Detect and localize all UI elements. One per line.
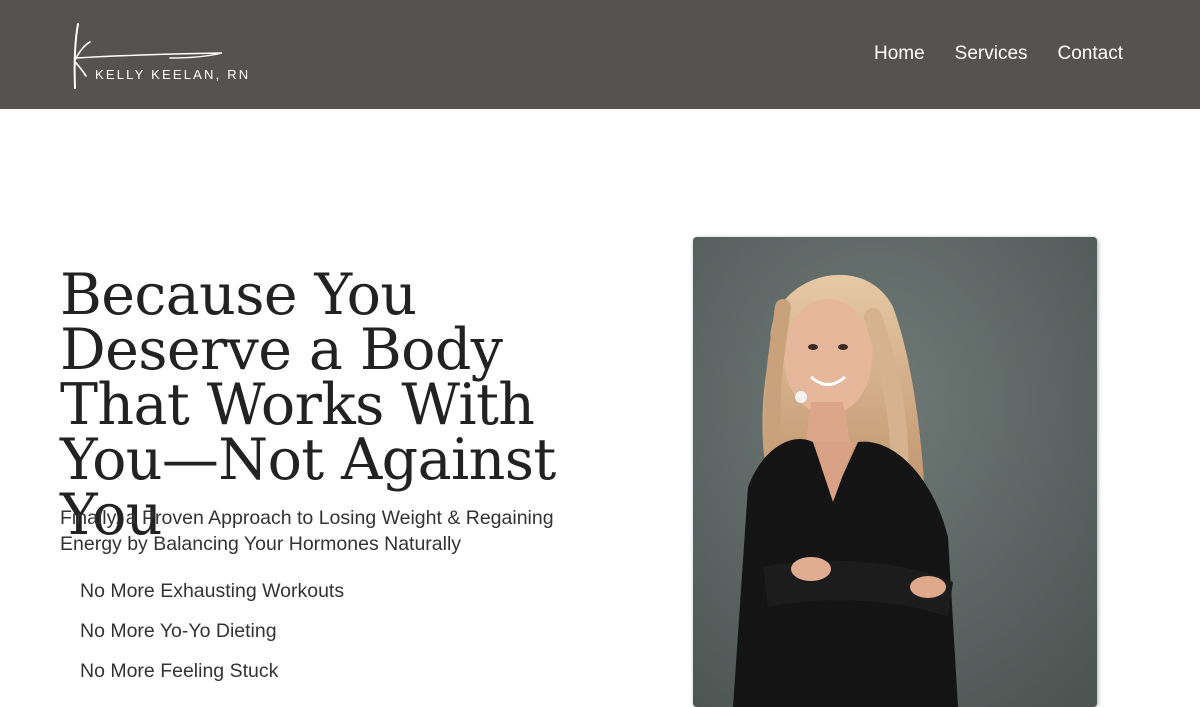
brand-name: KELLY KEELAN, RN — [95, 67, 251, 82]
portrait-illustration — [693, 237, 1097, 707]
nav-services-link[interactable]: Services — [955, 42, 1028, 66]
benefits-list: No More Exhausting Workouts No More Yo-Y… — [80, 578, 344, 698]
benefit-item-stuck: No More Feeling Stuck — [80, 660, 279, 682]
hero-subtitle: Finally, a Proven Approach to Losing Wei… — [60, 507, 554, 555]
brand-logo[interactable]: KELLY KEELAN, RN — [70, 20, 270, 92]
benefit-item-dieting: No More Yo-Yo Dieting — [80, 620, 277, 642]
site-header: KELLY KEELAN, RN Home Services Contact — [0, 0, 1200, 109]
portrait-photo — [693, 237, 1097, 707]
nav-home-link[interactable]: Home — [874, 42, 925, 66]
hero-title: Because You Deserve a Body That Works Wi… — [60, 262, 556, 548]
nav-contact-link[interactable]: Contact — [1058, 42, 1123, 66]
main-nav: Home Services Contact — [874, 42, 1123, 66]
benefit-item-workouts: No More Exhausting Workouts — [80, 580, 345, 602]
